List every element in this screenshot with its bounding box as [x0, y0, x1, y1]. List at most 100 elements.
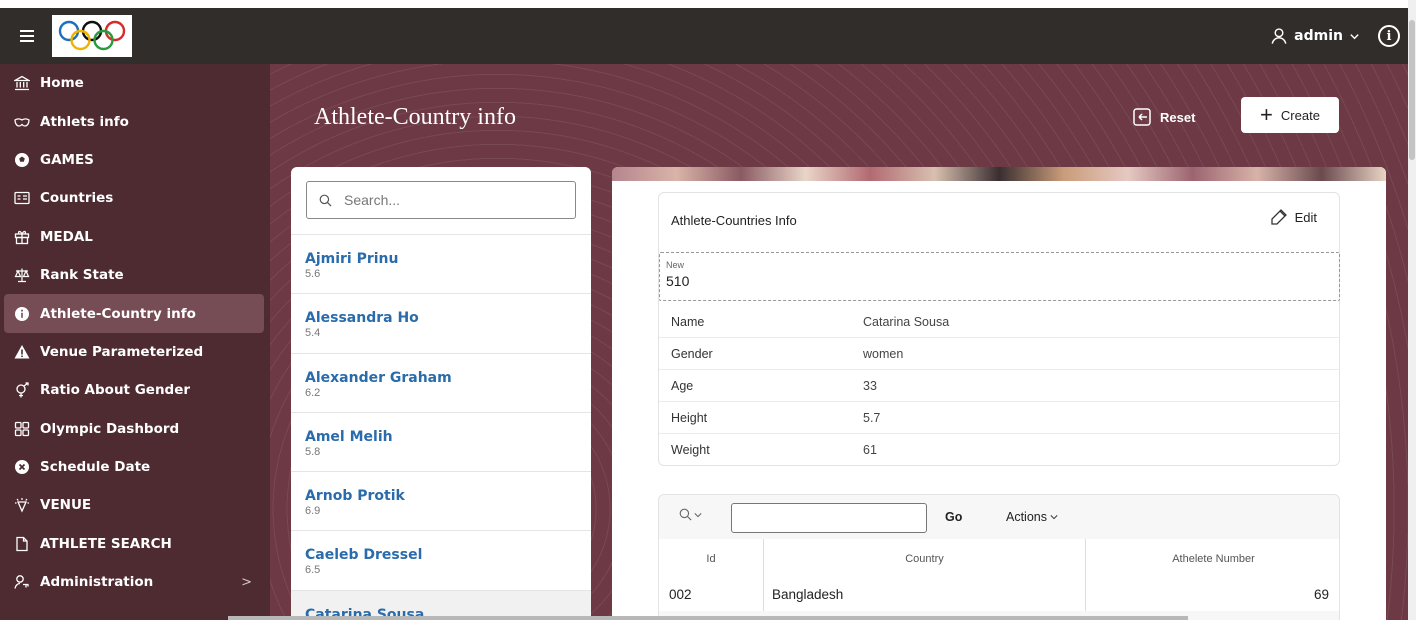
go-button[interactable]: Go — [945, 510, 962, 524]
list-item[interactable]: Alexander Graham 6.2 — [291, 352, 591, 412]
gift-icon — [14, 229, 36, 245]
decorative-banner — [612, 167, 1386, 181]
user-menu-button[interactable]: admin — [1270, 27, 1360, 45]
scale-icon — [14, 267, 36, 283]
athlete-name-link[interactable]: Alexander Graham — [305, 370, 591, 386]
sidebar-item-label: Administration — [40, 574, 154, 591]
search-column-selector[interactable] — [679, 508, 702, 521]
edit-button[interactable]: Edit — [1269, 207, 1317, 227]
vertical-scrollbar[interactable] — [1408, 0, 1416, 620]
list-item[interactable]: Arnob Protik 6.9 — [291, 471, 591, 530]
sidebar-item-games[interactable]: GAMES — [0, 141, 270, 179]
cell-id: 002 — [659, 578, 764, 611]
sidebar-item-athlete-country-info[interactable]: Athlete-Country info — [4, 294, 264, 333]
athlete-name-link[interactable]: Arnob Protik — [305, 488, 591, 504]
edit-label: Edit — [1294, 209, 1317, 225]
sidebar-item-rank-state[interactable]: Rank State — [0, 256, 270, 294]
sidebar-item-athlete-search[interactable]: ATHLETE SEARCH — [0, 525, 270, 563]
olympic-rings-logo[interactable] — [52, 15, 132, 57]
bank-icon — [14, 75, 36, 91]
sidebar-item-label: Ratio About Gender — [40, 382, 191, 399]
search-icon — [679, 508, 692, 521]
athlete-value: 5.8 — [305, 445, 321, 458]
menu-toggle-button[interactable] — [10, 19, 44, 53]
athlete-value: 5.6 — [305, 268, 321, 280]
sidebar-item-home[interactable]: Home — [0, 64, 270, 102]
sidebar-item-label: Olympic Dashbord — [40, 420, 180, 437]
sidebar-item-label: Venue Parameterized — [40, 343, 204, 360]
search-box[interactable] — [306, 181, 576, 219]
athlete-list-panel: Ajmiri Prinu 5.6 Alessandra Ho 5.4 Alexa… — [291, 167, 591, 620]
property-key: Name — [671, 314, 705, 329]
column-header-id[interactable]: Id — [659, 539, 764, 578]
reset-button[interactable]: Reset — [1132, 100, 1195, 134]
grid-header: Id Country Athelete Number — [659, 539, 1339, 578]
sidebar-item-label: VENUE — [40, 497, 92, 514]
sidebar-item-administration[interactable]: Administration > — [0, 563, 270, 601]
sidebar-item-label: Athlete-Country info — [40, 305, 196, 322]
report-grid: Id Country Athelete Number 002 Banglades… — [659, 539, 1339, 611]
sidebar-item-label: GAMES — [40, 151, 94, 168]
card-title: Athlete-Countries Info — [671, 213, 797, 228]
athlete-value: 6.9 — [305, 505, 321, 518]
horizontal-scrollbar[interactable] — [228, 616, 1188, 620]
create-label: Create — [1280, 107, 1320, 123]
property-key: Age — [671, 378, 694, 393]
plus-icon: + — [1260, 102, 1273, 127]
athlete-country-card: Athlete-Countries Info Edit New 510 Name… — [658, 192, 1340, 466]
sidebar-item-olympic-dashbord[interactable]: Olympic Dashbord — [0, 410, 270, 448]
sidebar-item-schedule-date[interactable]: Schedule Date — [0, 448, 270, 486]
navigation-sidebar: Home Athlets info GAMES Countries MEDAL … — [0, 64, 270, 620]
new-value-field: New 510 — [659, 252, 1340, 301]
id-card-icon — [14, 190, 36, 206]
sidebar-item-label: Athlets info — [40, 113, 129, 130]
athlete-value: 5.4 — [305, 327, 321, 340]
table-row: 002 Bangladesh 69 — [659, 578, 1339, 611]
list-item[interactable]: Alessandra Ho 5.4 — [291, 293, 591, 352]
cell-country: Bangladesh — [764, 578, 1086, 611]
interactive-report: Go Actions Id Country Athelete Number 00… — [658, 494, 1340, 620]
scrollbar-thumb[interactable] — [1409, 20, 1415, 160]
athlete-name-link[interactable]: Ajmiri Prinu — [305, 251, 591, 267]
new-value: 510 — [666, 273, 690, 289]
list-item[interactable]: Amel Melih 5.8 — [291, 411, 591, 471]
sidebar-item-label: MEDAL — [40, 228, 93, 245]
athlete-name-link[interactable]: Caeleb Dressel — [305, 547, 591, 563]
sidebar-item-athlets-info[interactable]: Athlets info — [0, 102, 270, 140]
edit-icon — [1270, 209, 1287, 225]
report-toolbar: Go Actions — [659, 495, 1339, 539]
create-button[interactable]: + Create — [1241, 97, 1339, 133]
report-search-input[interactable] — [731, 503, 927, 533]
sidebar-item-ratio-about-gender[interactable]: Ratio About Gender — [0, 371, 270, 409]
property-row: Age 33 — [659, 370, 1340, 402]
sidebar-item-label: Rank State — [40, 267, 124, 284]
sidebar-item-medal[interactable]: MEDAL — [0, 218, 270, 256]
list-item[interactable]: Caeleb Dressel 6.5 — [291, 530, 591, 589]
hamburger-line — [20, 30, 34, 32]
hamburger-line — [20, 40, 34, 42]
help-info-button[interactable]: i — [1378, 25, 1400, 47]
main-content: Athlete-Country info Reset + Create Ajmi… — [270, 64, 1408, 620]
reset-icon — [1133, 108, 1151, 126]
close-circle-icon — [14, 459, 36, 475]
sidebar-item-venue-parameterized[interactable]: Venue Parameterized — [0, 333, 270, 371]
actions-label: Actions — [1006, 510, 1047, 524]
detail-panel: Athlete-Countries Info Edit New 510 Name… — [612, 167, 1386, 620]
header-actions: admin i — [1270, 8, 1400, 64]
cell-athelete-number: 69 — [1313, 587, 1329, 602]
athlete-name-link[interactable]: Alessandra Ho — [305, 310, 591, 326]
property-value: women — [863, 346, 904, 361]
column-header-country[interactable]: Country — [764, 539, 1086, 578]
property-value: 5.7 — [863, 410, 881, 425]
search-input[interactable] — [344, 192, 544, 208]
athlete-name-link[interactable]: Amel Melih — [305, 429, 591, 445]
actions-menu-button[interactable]: Actions — [1006, 510, 1059, 524]
bulb-icon — [14, 497, 36, 514]
property-value: 61 — [863, 443, 877, 457]
sidebar-item-venue[interactable]: VENUE — [0, 486, 270, 524]
sidebar-item-countries[interactable]: Countries — [0, 179, 270, 217]
column-header-athelete-number[interactable]: Athelete Number — [1086, 539, 1339, 578]
list-item[interactable]: Ajmiri Prinu 5.6 — [291, 234, 591, 293]
user-name: admin — [1294, 28, 1343, 44]
property-row: Name Catarina Sousa — [659, 306, 1340, 338]
